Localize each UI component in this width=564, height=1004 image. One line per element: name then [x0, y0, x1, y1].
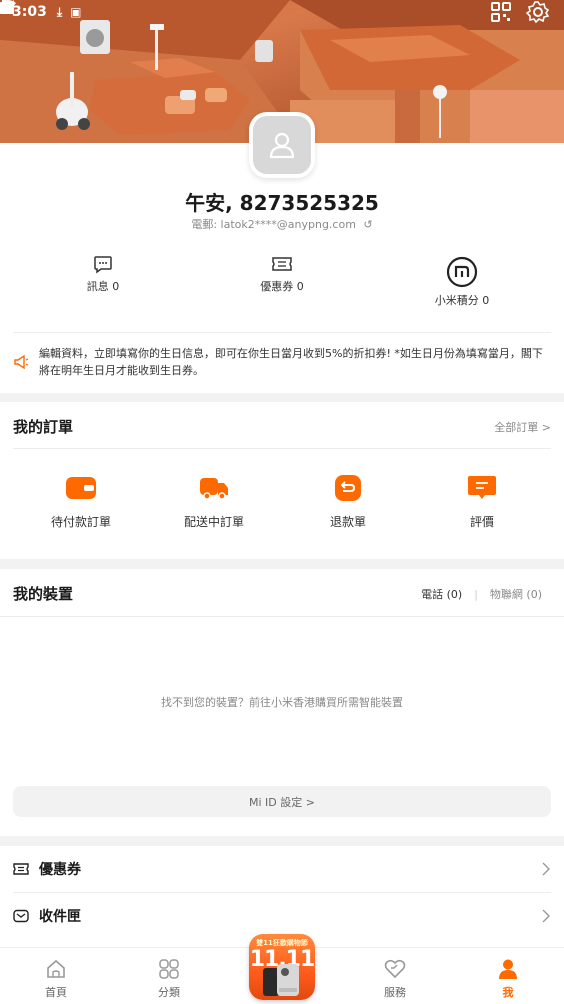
nav-service-label: 服務 [384, 986, 406, 999]
settings-gear-icon[interactable] [526, 0, 550, 24]
divider [13, 332, 551, 333]
phone-product-image [263, 964, 299, 996]
nav-home[interactable]: 首頁 [36, 958, 76, 1000]
battery-icon [0, 0, 8, 14]
menu-row-inbox[interactable]: 收件匣 [0, 893, 564, 939]
status-bar: 3:03 ⤓ ▣ [0, 0, 564, 24]
tab-separator: | [474, 587, 478, 601]
birthday-notice[interactable]: 編輯資料，立即填寫你的生日信息，即可在你生日當月收到5%的折扣券! *如生日月份… [13, 345, 553, 379]
categories-grid-icon [159, 959, 179, 979]
order-pending-payment-label: 待付款訂單 [50, 515, 111, 529]
stat-coupons[interactable]: 優惠券 0 [252, 254, 312, 294]
nav-service[interactable]: 服務 [375, 958, 415, 1000]
megaphone-icon [14, 354, 29, 370]
orders-section: 我的訂單 全部訂單 > 待付款訂單 配送中訂單 退款單 評價 [0, 402, 564, 559]
tab-iot[interactable]: 物聯網 (0) [490, 586, 542, 602]
order-shipping[interactable]: 配送中訂單 [179, 475, 249, 530]
miid-settings-button[interactable]: Mi ID 設定 > [13, 786, 551, 817]
stat-messages[interactable]: 訊息 0 [78, 254, 128, 294]
avatar[interactable] [249, 112, 315, 178]
coupon-icon [272, 257, 292, 271]
stat-points-label: 小米積分 0 [434, 294, 490, 307]
coupon-icon [13, 863, 29, 875]
birthday-notice-text: 編輯資料，立即填寫你的生日信息，即可在你生日當月收到5%的折扣券! *如生日月份… [39, 347, 543, 377]
order-refund[interactable]: 退款單 [313, 475, 383, 530]
refund-icon [335, 475, 361, 501]
nav-me-label: 我 [502, 986, 514, 999]
heart-service-icon [384, 959, 406, 979]
nav-me[interactable]: 我 [488, 958, 528, 1000]
chevron-right-icon [542, 909, 550, 923]
nav-categories[interactable]: 分類 [149, 958, 189, 1000]
devices-empty-text[interactable]: 找不到您的裝置？前往小米香港購買所需智能裝置 [0, 694, 564, 710]
mi-logo-icon [446, 256, 478, 288]
edit-icon: ↺ [363, 218, 373, 231]
message-icon [94, 256, 112, 274]
mail-icon [13, 909, 29, 923]
status-time: 3:03 [12, 4, 47, 20]
device-tabs: 電話 (0) | 物聯網 (0) [421, 586, 542, 602]
menu-section: 優惠券 收件匣 [0, 846, 564, 947]
menu-row-coupons-label: 優惠券 [39, 862, 81, 878]
profile-card: 午安, 8273525325 電郵: latok2****@anypng.com… [0, 143, 564, 393]
wallet-icon [66, 477, 96, 499]
home-icon [47, 959, 65, 978]
promo-1111-button[interactable]: 雙11狂歡購物節 11.11 [249, 934, 315, 1000]
chevron-right-icon [542, 862, 550, 876]
stat-coupons-label: 優惠券 0 [260, 280, 304, 293]
nav-home-label: 首頁 [45, 986, 67, 999]
nav-categories-label: 分類 [158, 986, 180, 999]
order-refund-label: 退款單 [329, 515, 366, 529]
account-email-text: 電郵: latok2****@anypng.com [191, 218, 356, 231]
tab-phone[interactable]: 電話 (0) [421, 586, 462, 602]
account-stats: 訊息 0 優惠券 0 小米積分 0 [0, 253, 564, 323]
all-orders-link[interactable]: 全部訂單 > [494, 419, 551, 435]
qr-scan-icon[interactable] [489, 0, 513, 24]
divider [13, 448, 551, 449]
account-email[interactable]: 電郵: latok2****@anypng.com ↺ [0, 216, 564, 232]
devices-section: 我的裝置 電話 (0) | 物聯網 (0) 找不到您的裝置？前往小米香港購買所需… [0, 569, 564, 836]
menu-row-inbox-label: 收件匣 [39, 909, 81, 925]
user-icon [499, 959, 517, 979]
devices-title: 我的裝置 [13, 585, 74, 603]
order-pending-payment[interactable]: 待付款訂單 [46, 475, 116, 530]
divider [0, 616, 564, 617]
orders-title: 我的訂單 [13, 418, 74, 436]
menu-row-coupons[interactable]: 優惠券 [0, 846, 564, 892]
user-placeholder-icon [269, 132, 295, 159]
stat-messages-label: 訊息 0 [86, 280, 120, 293]
download-icon: ⤓ [56, 4, 63, 19]
review-icon [468, 476, 496, 499]
order-review-label: 評價 [469, 515, 494, 529]
order-review[interactable]: 評價 [447, 475, 517, 530]
order-shipping-label: 配送中訂單 [183, 515, 244, 529]
stat-points[interactable]: 小米積分 0 [426, 256, 498, 308]
notification-app-icon: ▣ [70, 5, 82, 19]
greeting-title: 午安, 8273525325 [185, 191, 379, 215]
truck-icon [200, 478, 228, 500]
